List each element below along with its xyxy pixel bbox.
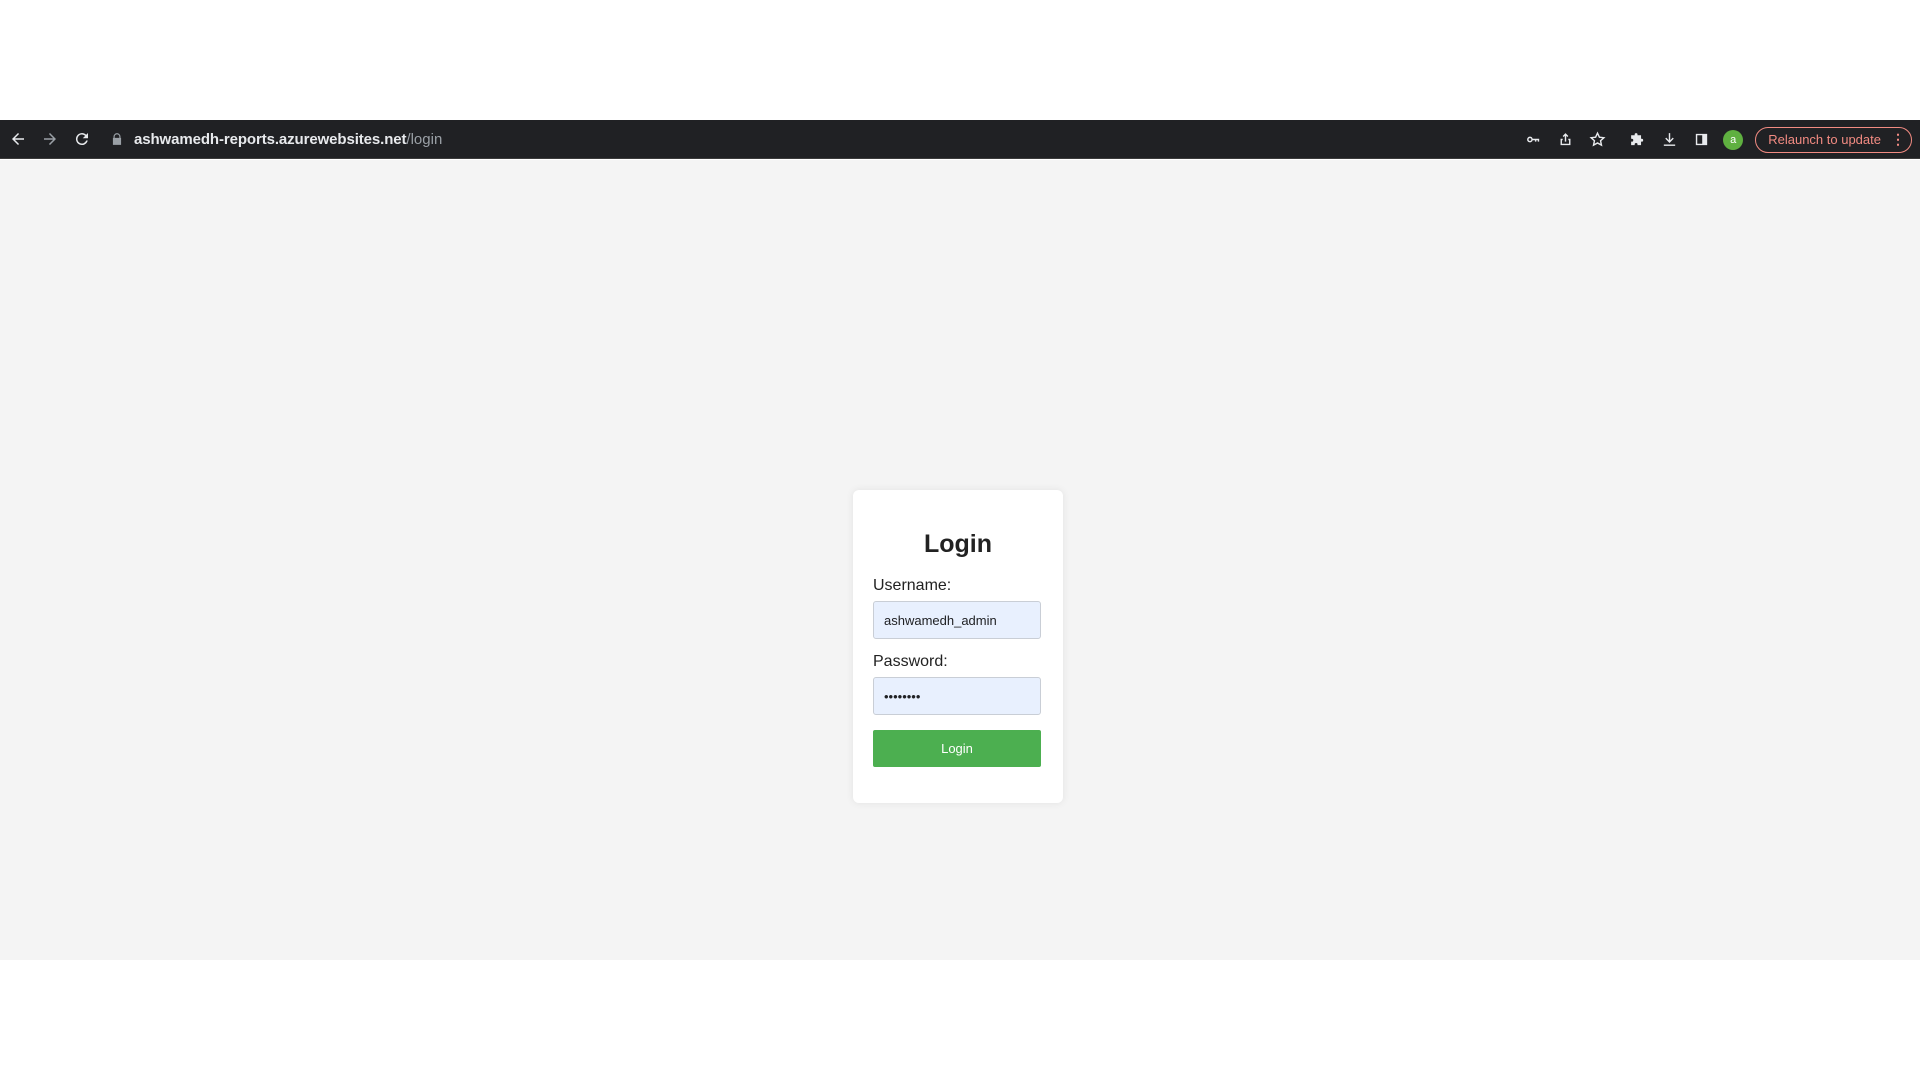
password-key-button[interactable] [1517,124,1549,156]
relaunch-label: Relaunch to update [1768,132,1881,147]
extensions-icon [1630,133,1643,146]
top-margin [0,0,1920,120]
download-icon [1663,133,1675,146]
username-input[interactable]: ashwamedh_admin [873,601,1041,639]
login-card: Login Username: ashwamedh_admin Password… [853,490,1063,803]
reload-icon [75,133,88,146]
profile-avatar[interactable]: a [1723,129,1744,150]
key-icon [1526,136,1539,143]
back-button[interactable] [2,123,34,155]
password-label: Password: [873,653,948,670]
share-icon [1560,133,1571,146]
reload-button[interactable] [66,123,98,155]
browser-toolbar: ashwamedh-reports.azurewebsites.net/logi… [0,120,1920,159]
password-input[interactable]: •••••••• [873,677,1041,715]
url-host: ashwamedh-reports.azurewebsites.net [134,130,407,148]
menu-dots-icon: ⋮ [1891,131,1905,147]
share-button[interactable] [1549,124,1581,156]
login-title: Login [923,530,993,558]
forward-button[interactable] [34,123,66,155]
bookmark-button[interactable] [1581,124,1613,156]
relaunch-to-update-button[interactable]: Relaunch to update ⋮ [1755,126,1912,153]
username-label: Username: [873,577,952,594]
side-panel-button[interactable] [1685,124,1717,156]
forward-arrow-icon [44,133,56,145]
downloads-button[interactable] [1653,124,1685,156]
url-path: /login [406,130,443,148]
lock-icon [112,133,122,145]
address-bar[interactable]: ashwamedh-reports.azurewebsites.net/logi… [110,124,1510,154]
bottom-margin [0,960,1920,1080]
login-button[interactable]: Login [873,730,1041,767]
star-icon [1589,131,1606,147]
extensions-button[interactable] [1621,124,1653,156]
back-arrow-icon [12,133,24,145]
side-panel-icon [1695,133,1707,146]
toolbar-right-icons: a Relaunch to update ⋮ [1517,120,1912,159]
